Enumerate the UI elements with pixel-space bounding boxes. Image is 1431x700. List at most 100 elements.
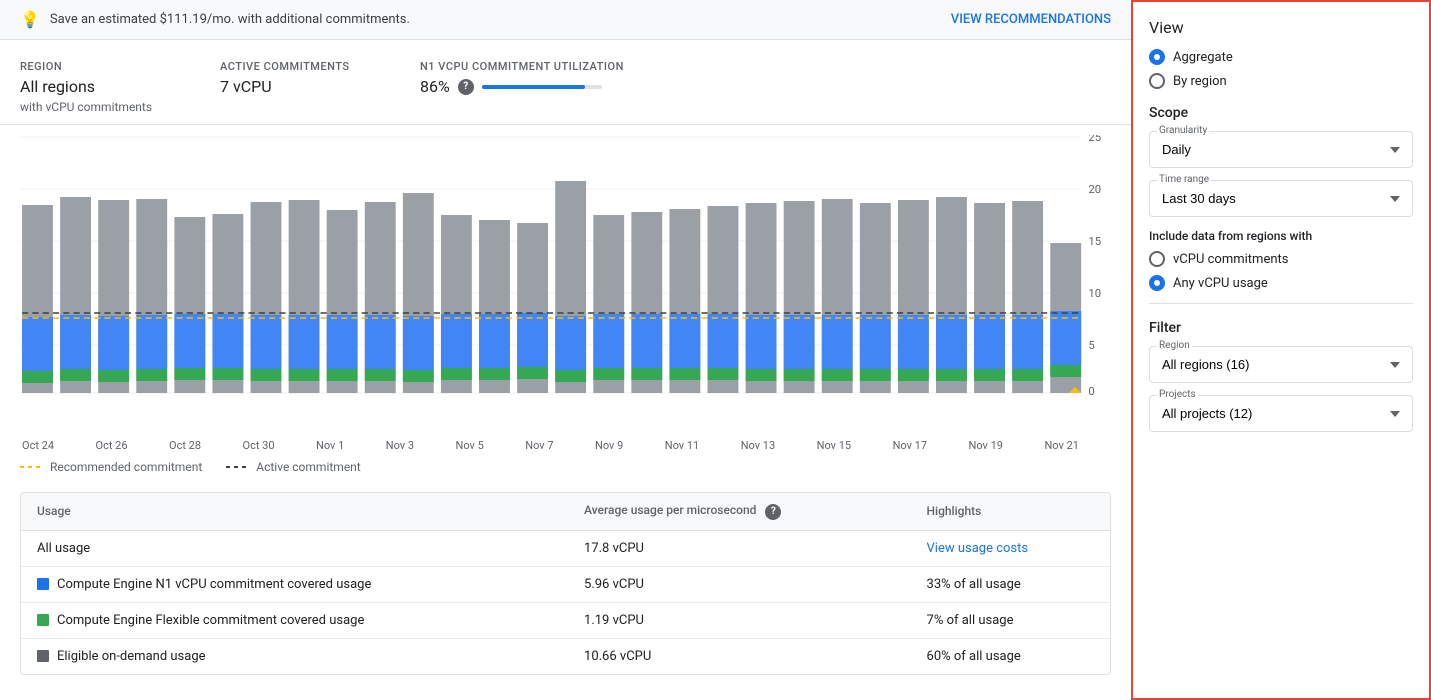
time-range-select[interactable]: Last 7 days Last 14 days Last 30 days La…: [1149, 180, 1413, 217]
projects-filter-field: Projects All projects (12): [1149, 395, 1413, 432]
x-label-12: Nov 17: [893, 439, 927, 452]
svg-text:20: 20: [1088, 183, 1101, 196]
include-label: Include data from regions with: [1149, 229, 1413, 243]
filter-title: Filter: [1149, 320, 1413, 336]
utilization-value: 86%: [420, 77, 450, 96]
chart-container: 25 20 15 10 5 0: [0, 125, 1131, 482]
usage-highlight-cell: 7% of all usage: [911, 602, 1110, 638]
view-usage-costs-link[interactable]: View usage costs: [927, 541, 1029, 556]
svg-text:10: 10: [1088, 287, 1101, 300]
table-row: Eligible on-demand usage10.66 vCPU60% of…: [21, 638, 1110, 674]
utilization-display: 86% ?: [420, 77, 624, 96]
view-option-by-region[interactable]: By region: [1149, 73, 1413, 89]
svg-text:25: 25: [1088, 135, 1101, 144]
include-any-label: Any vCPU usage: [1173, 276, 1268, 291]
view-aggregate-radio[interactable]: [1149, 49, 1165, 65]
banner-text: Save an estimated $111.19/mo. with addit…: [50, 12, 410, 27]
lightbulb-icon: 💡: [20, 10, 40, 29]
utilization-bar-fill: [482, 85, 585, 89]
x-label-5: Nov 3: [386, 439, 414, 452]
region-filter-label: Region: [1157, 340, 1192, 351]
region-label: Region: [20, 60, 180, 73]
granularity-field: Granularity Daily Hourly Weekly Monthly: [1149, 131, 1413, 168]
main-content: 💡 Save an estimated $111.19/mo. with add…: [0, 0, 1131, 700]
view-recommendations-link[interactable]: VIEW RECOMMENDATIONS: [951, 12, 1111, 27]
legend-recommended-label: Recommended commitment: [50, 460, 202, 474]
region-stat: Region All regions with vCPU commitments: [20, 60, 180, 114]
region-value: All regions: [20, 77, 180, 96]
view-by-region-label: By region: [1173, 74, 1227, 89]
view-option-aggregate[interactable]: Aggregate: [1149, 49, 1413, 65]
x-label-2: Oct 28: [169, 439, 201, 452]
granularity-select[interactable]: Daily Hourly Weekly Monthly: [1149, 131, 1413, 168]
x-label-13: Nov 19: [969, 439, 1003, 452]
x-label-9: Nov 11: [665, 439, 699, 452]
x-label-0: Oct 24: [22, 439, 54, 452]
panel-view-title: View: [1149, 18, 1413, 37]
x-label-7: Nov 7: [525, 439, 553, 452]
x-label-6: Nov 5: [456, 439, 484, 452]
utilization-stat: N1 vCPU commitment utilization 86% ?: [420, 60, 624, 114]
utilization-label: N1 vCPU commitment utilization: [420, 60, 624, 73]
usage-average-cell: 17.8 vCPU: [568, 530, 911, 566]
usage-highlight-cell: 33% of all usage: [911, 566, 1110, 602]
svg-text:5: 5: [1088, 339, 1094, 352]
legend-active: Active commitment: [226, 460, 360, 474]
table-header-row: Usage Average usage per microsecond ? Hi…: [21, 493, 1110, 530]
x-label-4: Nov 1: [316, 439, 344, 452]
legend-recommended: Recommended commitment: [20, 460, 202, 474]
usage-highlight-cell: 60% of all usage: [911, 638, 1110, 674]
x-label-3: Oct 30: [243, 439, 275, 452]
usage-table: Usage Average usage per microsecond ? Hi…: [20, 492, 1111, 675]
usage-label-cell: Eligible on-demand usage: [21, 638, 568, 674]
include-vcpu-radio[interactable]: [1149, 251, 1165, 267]
include-radio-group: vCPU commitments Any vCPU usage: [1149, 251, 1413, 291]
utilization-help-icon[interactable]: ?: [458, 79, 474, 95]
svg-text:15: 15: [1088, 235, 1101, 248]
x-label-8: Nov 9: [595, 439, 623, 452]
x-label-1: Oct 26: [96, 439, 128, 452]
include-vcpu-label: vCPU commitments: [1173, 252, 1288, 267]
legend-active-line: [226, 466, 250, 468]
region-filter-select[interactable]: All regions (16): [1149, 346, 1413, 383]
x-label-10: Nov 13: [741, 439, 775, 452]
region-filter-field: Region All regions (16): [1149, 346, 1413, 383]
chart-x-axis: Oct 24 Oct 26 Oct 28 Oct 30 Nov 1 Nov 3 …: [20, 435, 1111, 452]
time-range-label: Time range: [1157, 174, 1211, 185]
x-label-11: Nov 15: [817, 439, 851, 452]
table-row: Compute Engine Flexible commitment cover…: [21, 602, 1110, 638]
legend-active-label: Active commitment: [256, 460, 360, 474]
usage-average-cell: 1.19 vCPU: [568, 602, 911, 638]
scope-title: Scope: [1149, 105, 1413, 121]
bar-chart: 25 20 15 10 5 0: [20, 135, 1111, 395]
include-any-radio[interactable]: [1149, 275, 1165, 291]
table-row: All usage17.8 vCPU View usage costs: [21, 530, 1110, 566]
view-aggregate-label: Aggregate: [1173, 50, 1233, 65]
x-label-14: Nov 21: [1044, 439, 1078, 452]
col-highlights: Highlights: [911, 493, 1110, 530]
col-usage: Usage: [21, 493, 568, 530]
right-panel: View Aggregate By region Scope Granulari…: [1131, 0, 1431, 700]
chart-area: 25 20 15 10 5 0: [20, 135, 1111, 435]
include-any-vcpu[interactable]: Any vCPU usage: [1149, 275, 1413, 291]
table-row: Compute Engine N1 vCPU commitment covere…: [21, 566, 1110, 602]
usage-label-cell: Compute Engine Flexible commitment cover…: [21, 602, 568, 638]
view-radio-group: Aggregate By region: [1149, 49, 1413, 89]
banner-left: 💡 Save an estimated $111.19/mo. with add…: [20, 10, 410, 29]
usage-average-cell: 5.96 vCPU: [568, 566, 911, 602]
include-vcpu-commitments[interactable]: vCPU commitments: [1149, 251, 1413, 267]
projects-filter-label: Projects: [1157, 389, 1198, 400]
savings-banner: 💡 Save an estimated $111.19/mo. with add…: [0, 0, 1131, 40]
stats-row: Region All regions with vCPU commitments…: [0, 40, 1131, 125]
usage-label-cell: All usage: [21, 530, 568, 566]
commitments-label: Active commitments: [220, 60, 380, 73]
svg-text:0: 0: [1088, 385, 1094, 395]
view-by-region-radio[interactable]: [1149, 73, 1165, 89]
col-average: Average usage per microsecond ?: [568, 493, 911, 530]
projects-filter-select[interactable]: All projects (12): [1149, 395, 1413, 432]
usage-label-cell: Compute Engine N1 vCPU commitment covere…: [21, 566, 568, 602]
usage-average-cell: 10.66 vCPU: [568, 638, 911, 674]
usage-color-dot: [37, 614, 49, 626]
commitments-stat: Active commitments 7 vCPU: [220, 60, 380, 114]
average-help-icon[interactable]: ?: [765, 504, 781, 520]
